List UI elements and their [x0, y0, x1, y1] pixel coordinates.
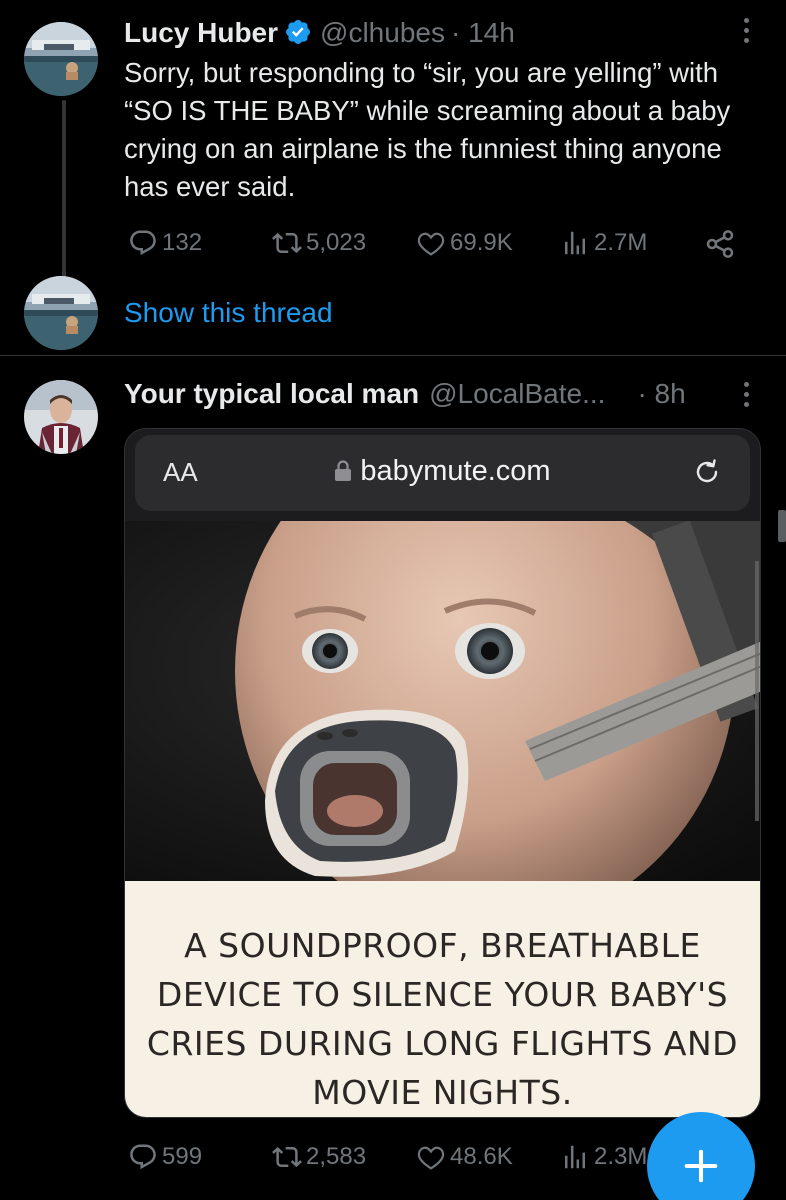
like-count: 69.9K [450, 229, 513, 256]
tweet-header: Your typical local man @LocalBate... · 8… [124, 378, 686, 410]
reply-button[interactable]: 132 [128, 228, 202, 258]
avatar-image [24, 380, 98, 454]
reply-icon [130, 1144, 156, 1170]
like-icon [417, 1146, 445, 1170]
tweet-text: Sorry, but responding to “sir, you are y… [124, 57, 731, 202]
avatar[interactable] [24, 380, 98, 454]
thread-line [62, 100, 66, 280]
views-button[interactable]: 2.7M [560, 228, 647, 258]
reply-button[interactable]: 599 [128, 1142, 202, 1172]
retweet-button[interactable]: 2,583 [272, 1142, 366, 1172]
retweet-count: 2,583 [306, 1143, 367, 1170]
like-button[interactable]: 48.6K [416, 1142, 513, 1172]
reload-icon[interactable] [692, 457, 722, 487]
like-count: 48.6K [450, 1143, 513, 1170]
reply-icon [130, 230, 156, 256]
more-icon[interactable] [742, 382, 750, 407]
reply-count: 599 [162, 1143, 203, 1170]
retweet-icon [272, 232, 302, 254]
avatar[interactable] [24, 22, 98, 96]
reply-count: 132 [162, 229, 203, 256]
caption-banner: A SOUNDPROOF, BREATHABLE DEVICE TO SILEN… [125, 881, 760, 1117]
timestamp[interactable]: · 8h [637, 378, 685, 410]
show-thread-link[interactable]: Show this thread [124, 297, 333, 329]
retweet-icon [272, 1146, 302, 1168]
action-bar: 132 5,023 69.9K 2.7M [124, 228, 744, 268]
url-text: babymute.com [360, 455, 551, 487]
timestamp[interactable]: · 14h [451, 17, 515, 49]
baby-photo-image [125, 521, 760, 881]
url-field[interactable]: babymute.com [135, 455, 750, 488]
views-button[interactable]: 2.3M [560, 1142, 647, 1172]
baby-photo [125, 521, 760, 881]
retweet-count: 5,023 [306, 229, 367, 256]
compose-icon [684, 1149, 718, 1183]
verified-icon [284, 18, 312, 46]
media-attachment[interactable]: AA babymute.com A SOUNDPROOF, BREATHABLE… [124, 428, 761, 1118]
views-count: 2.7M [594, 229, 648, 256]
tweet-lucy-huber[interactable]: Lucy Huber @clhubes · 14h Sorry, but res… [0, 0, 786, 355]
handle[interactable]: @LocalBate... [429, 378, 605, 410]
avatar-image [24, 22, 98, 96]
more-icon[interactable] [742, 18, 750, 43]
caption-text: A SOUNDPROOF, BREATHABLE DEVICE TO SILEN… [146, 926, 739, 1112]
tweet-header: Lucy Huber @clhubes · 14h [124, 14, 515, 49]
display-name[interactable]: Lucy Huber [124, 17, 278, 49]
browser-toolbar: AA babymute.com [125, 429, 760, 521]
display-name[interactable]: Your typical local man [124, 378, 419, 410]
scrollbar[interactable] [778, 510, 786, 542]
share-button[interactable] [704, 228, 740, 260]
avatar-image [24, 276, 98, 350]
like-icon [417, 232, 445, 256]
like-button[interactable]: 69.9K [416, 228, 513, 258]
views-icon [565, 1145, 585, 1169]
share-icon [706, 230, 734, 258]
address-bar[interactable]: AA babymute.com [135, 435, 750, 511]
handle[interactable]: @clhubes [320, 17, 445, 49]
thread-avatar[interactable] [24, 276, 98, 350]
views-icon [565, 231, 585, 255]
retweet-button[interactable]: 5,023 [272, 228, 366, 258]
views-count: 2.3M [594, 1143, 648, 1170]
lock-icon [334, 457, 352, 481]
